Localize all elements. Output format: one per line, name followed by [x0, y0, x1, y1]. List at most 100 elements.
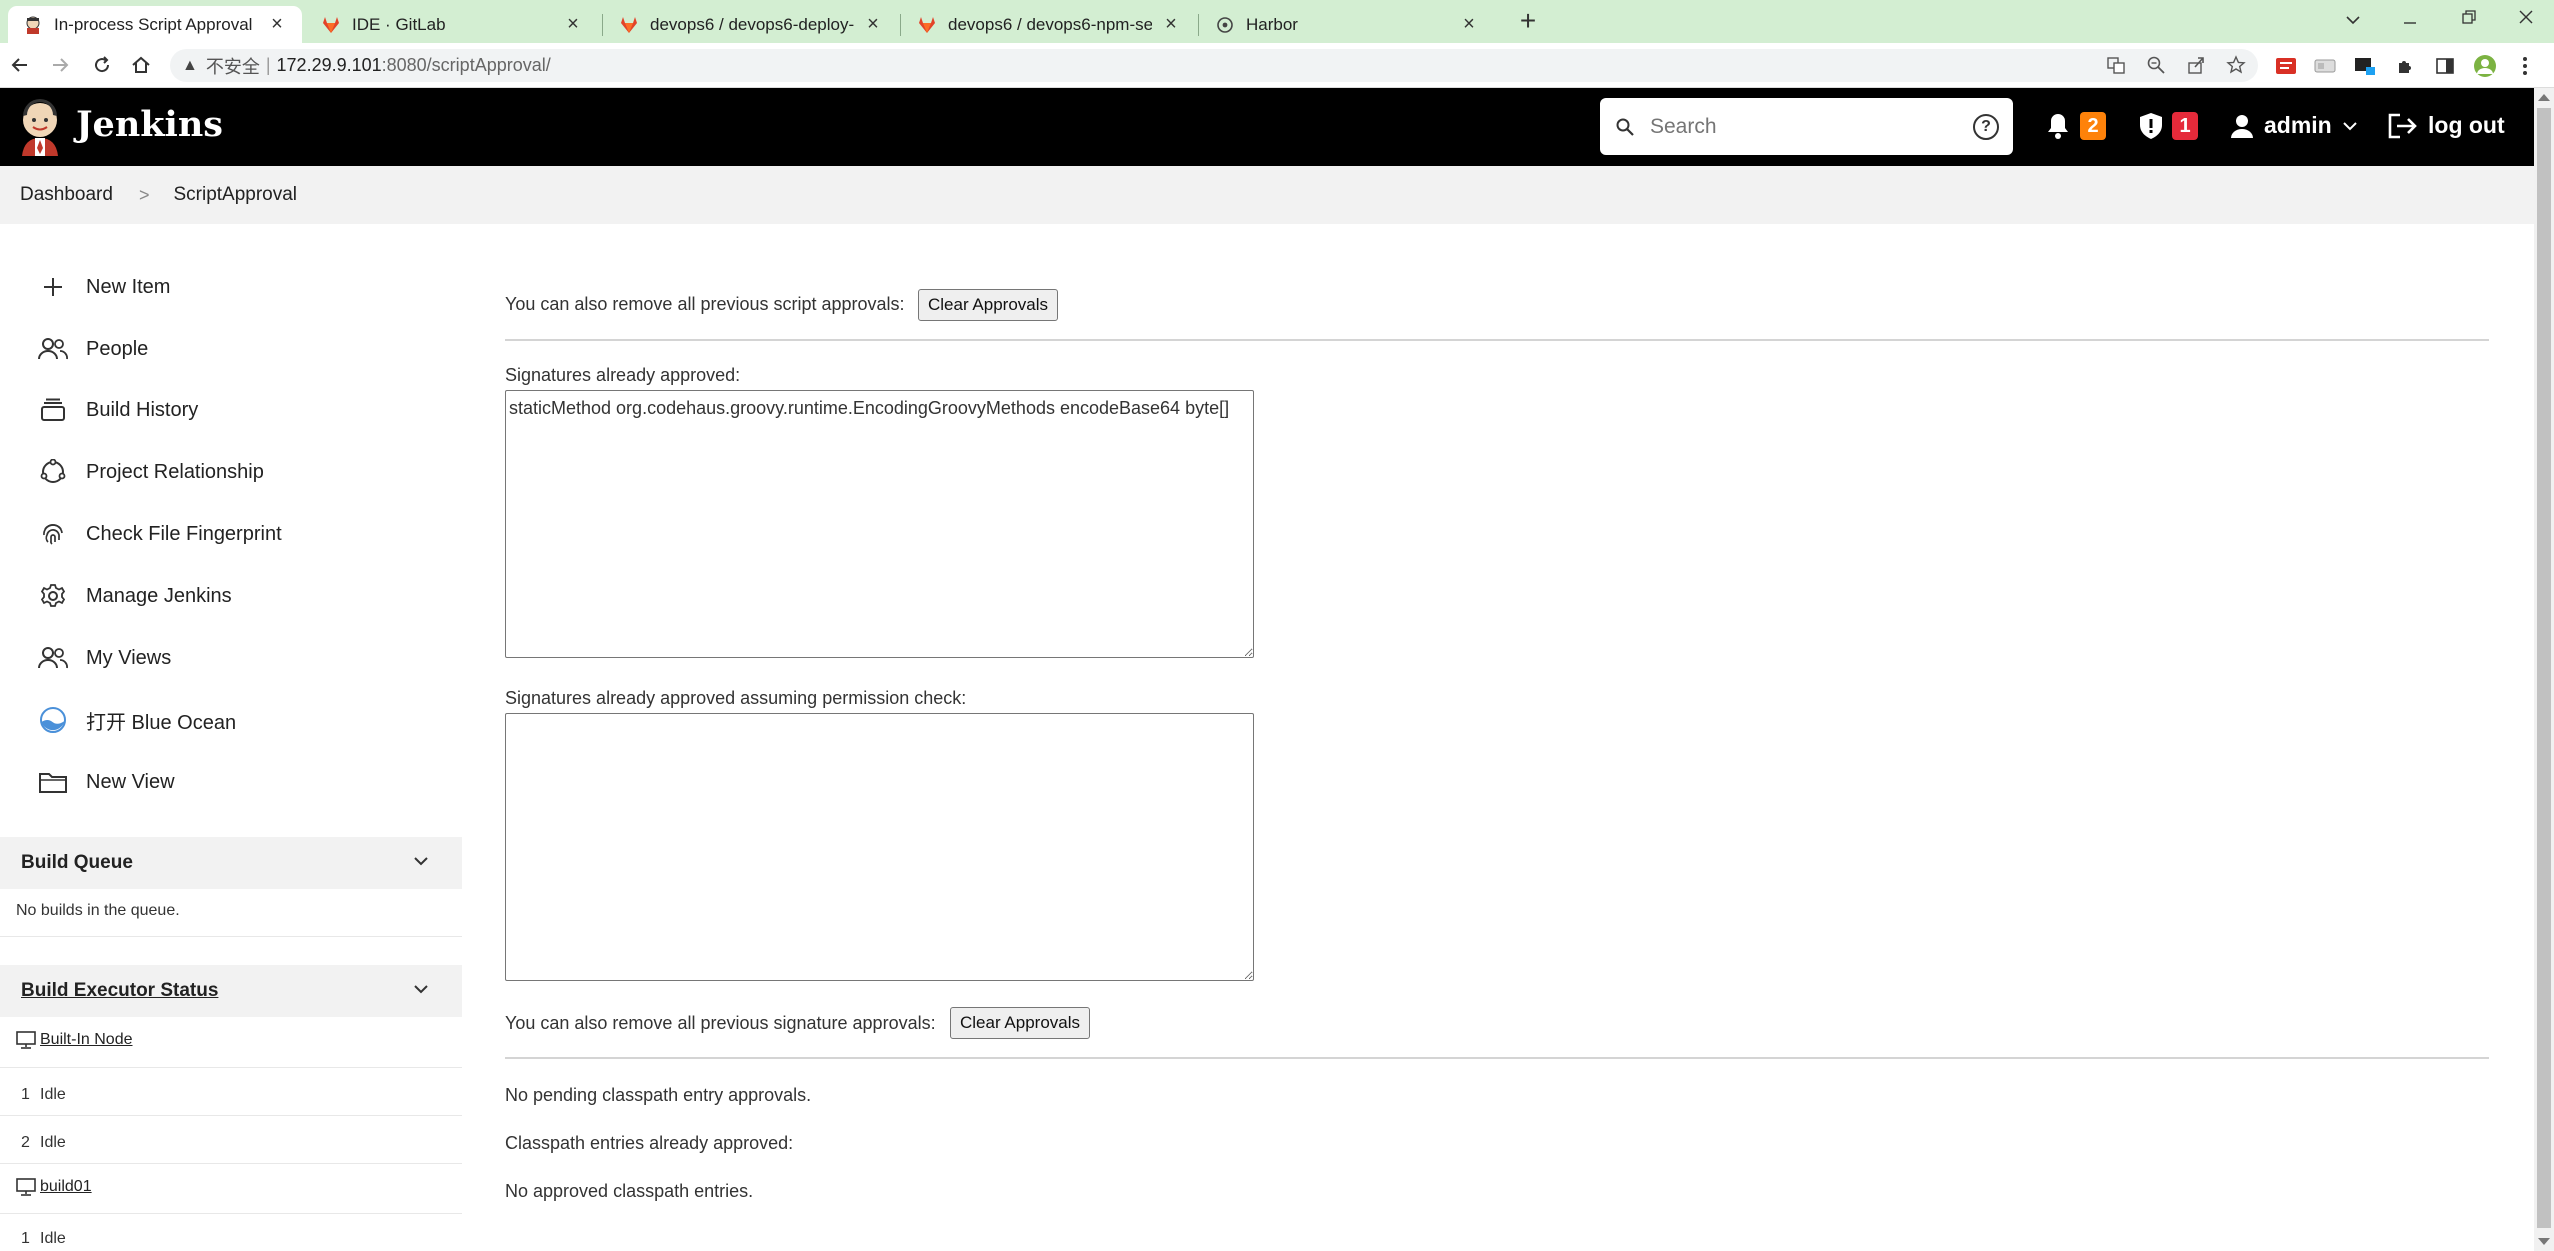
scroll-up-arrow-icon[interactable]	[2538, 94, 2550, 101]
executor-status-title[interactable]: Build Executor Status	[21, 980, 218, 1002]
clear-script-approvals-button[interactable]: Clear Approvals	[918, 289, 1059, 321]
clear-signature-approvals-button[interactable]: Clear Approvals	[950, 1007, 1091, 1039]
browser-menu-icon[interactable]	[2512, 54, 2538, 78]
minimize-button[interactable]	[2390, 4, 2430, 36]
help-icon[interactable]: ?	[1973, 114, 1999, 140]
executor-number: 1	[21, 1230, 30, 1247]
tab-separator	[602, 14, 603, 36]
fingerprint-icon	[36, 517, 70, 551]
build-queue-title: Build Queue	[21, 852, 133, 873]
bookmark-star-icon[interactable]	[2222, 51, 2250, 79]
node-link-build01[interactable]: build01	[40, 1178, 92, 1196]
executor-row: 1 Idle	[0, 1214, 462, 1251]
task-label: Project Relationship	[86, 460, 264, 483]
signatures-permission-check-textarea[interactable]	[505, 713, 1254, 981]
scrollbar-thumb[interactable]	[2537, 108, 2551, 1228]
tab-separator	[900, 14, 901, 36]
executor-status-header[interactable]: Build Executor Status	[0, 965, 462, 1017]
search-input[interactable]	[1650, 114, 1950, 139]
side-panel-icon[interactable]	[2432, 54, 2458, 78]
extension-red-icon[interactable]	[2273, 54, 2299, 78]
profile-avatar-icon[interactable]	[2472, 54, 2498, 78]
new-tab-button[interactable]: +	[1512, 6, 1544, 38]
security-badge[interactable]: 1	[2172, 112, 2198, 140]
browser-tab-strip: In-process Script Approval [Je × IDE · G…	[0, 0, 2554, 43]
tab-gitlab-ide[interactable]: IDE · GitLab ×	[306, 6, 598, 43]
close-icon[interactable]: ×	[266, 13, 288, 36]
build-queue-header[interactable]: Build Queue	[0, 837, 462, 889]
computer-icon	[16, 1031, 36, 1049]
zoom-icon[interactable]	[2142, 51, 2170, 79]
restore-button[interactable]	[2449, 4, 2489, 36]
close-icon[interactable]: ×	[862, 13, 884, 36]
gear-icon	[36, 579, 70, 613]
back-button[interactable]	[4, 49, 36, 81]
jenkins-title[interactable]: Jenkins	[76, 104, 223, 145]
signature-approvals-clear-text: You can also remove all previous signatu…	[505, 1013, 936, 1033]
tab-deploy-repo[interactable]: devops6 / devops6-deploy-rep ×	[604, 6, 898, 43]
signatures-approved-label: Signatures already approved:	[505, 365, 741, 385]
close-icon[interactable]: ×	[562, 13, 584, 36]
people-icon	[36, 332, 70, 366]
executor-node-row: Built-In Node	[0, 1017, 462, 1068]
build-history-icon	[36, 393, 70, 427]
task-check-file-fingerprint[interactable]: Check File Fingerprint	[36, 514, 282, 554]
task-people[interactable]: People	[36, 329, 148, 369]
tab-title: Harbor	[1246, 14, 1298, 34]
close-window-button[interactable]	[2506, 4, 2546, 36]
tab-script-approval[interactable]: In-process Script Approval [Je ×	[8, 6, 302, 43]
breadcrumb-dashboard[interactable]: Dashboard	[20, 184, 113, 206]
tab-title: devops6 / devops6-deploy-rep	[650, 14, 854, 34]
bell-icon[interactable]	[2046, 112, 2070, 145]
executor-number: 2	[21, 1134, 30, 1151]
breadcrumb-script-approval[interactable]: ScriptApproval	[173, 184, 297, 206]
task-build-history[interactable]: Build History	[36, 390, 198, 430]
tab-search-chevron-icon[interactable]	[2333, 4, 2373, 36]
extension-screen-icon[interactable]	[2352, 54, 2378, 78]
extension-card-icon[interactable]	[2312, 54, 2338, 78]
chevron-down-icon[interactable]	[412, 979, 430, 1001]
address-bar[interactable]: ▲ 不安全 | 172.29.9.101:8080/scriptApproval…	[170, 49, 2258, 82]
task-new-item[interactable]: New Item	[36, 267, 170, 307]
jenkins-logo-icon[interactable]	[16, 98, 64, 156]
share-icon[interactable]	[2182, 51, 2210, 79]
task-label: Manage Jenkins	[86, 584, 232, 607]
tab-harbor[interactable]: Harbor ×	[1200, 6, 1494, 43]
close-icon[interactable]: ×	[1458, 13, 1480, 36]
divider	[0, 936, 462, 937]
translate-icon[interactable]	[2102, 51, 2130, 79]
task-project-relationship[interactable]: Project Relationship	[36, 452, 264, 492]
logout-link[interactable]: log out	[2388, 112, 2505, 139]
tab-npm-service[interactable]: devops6 / devops6-npm-servi ×	[902, 6, 1196, 43]
executor-number: 1	[21, 1086, 30, 1103]
home-button[interactable]	[125, 49, 157, 81]
task-my-views[interactable]: My Views	[36, 638, 171, 678]
signatures-approved-textarea[interactable]: staticMethod org.codehaus.groovy.runtime…	[505, 390, 1254, 658]
no-pending-classpath-text: No pending classpath entry approvals.	[505, 1085, 812, 1105]
close-icon[interactable]: ×	[1160, 13, 1182, 36]
divider	[505, 1057, 2489, 1059]
search-box[interactable]: ?	[1600, 98, 2013, 155]
forward-button[interactable]	[44, 49, 76, 81]
chevron-down-icon[interactable]	[412, 851, 430, 873]
tab-title: In-process Script Approval [Je	[54, 14, 258, 34]
username: admin	[2264, 112, 2332, 138]
task-new-view[interactable]: New View	[36, 762, 175, 802]
reload-button[interactable]	[86, 49, 118, 81]
user-icon	[2230, 113, 2254, 139]
extensions-puzzle-icon[interactable]	[2392, 54, 2418, 78]
shield-icon[interactable]	[2138, 112, 2164, 145]
computer-icon	[16, 1178, 36, 1196]
executor-row: 1 Idle	[0, 1068, 462, 1116]
task-open-blue-ocean[interactable]: 打开 Blue Ocean	[36, 700, 236, 740]
user-menu[interactable]: admin	[2230, 112, 2358, 139]
node-link-built-in[interactable]: Built-In Node	[40, 1031, 133, 1049]
scroll-down-arrow-icon[interactable]	[2538, 1238, 2550, 1245]
executor-row: 2 Idle	[0, 1116, 462, 1164]
url-path: :8080/scriptApproval/	[381, 55, 551, 75]
notifications-badge[interactable]: 2	[2080, 112, 2106, 140]
people-icon	[36, 641, 70, 675]
tab-title: devops6 / devops6-npm-servi	[948, 14, 1152, 34]
page-scrollbar[interactable]	[2534, 88, 2554, 1251]
task-manage-jenkins[interactable]: Manage Jenkins	[36, 576, 232, 616]
